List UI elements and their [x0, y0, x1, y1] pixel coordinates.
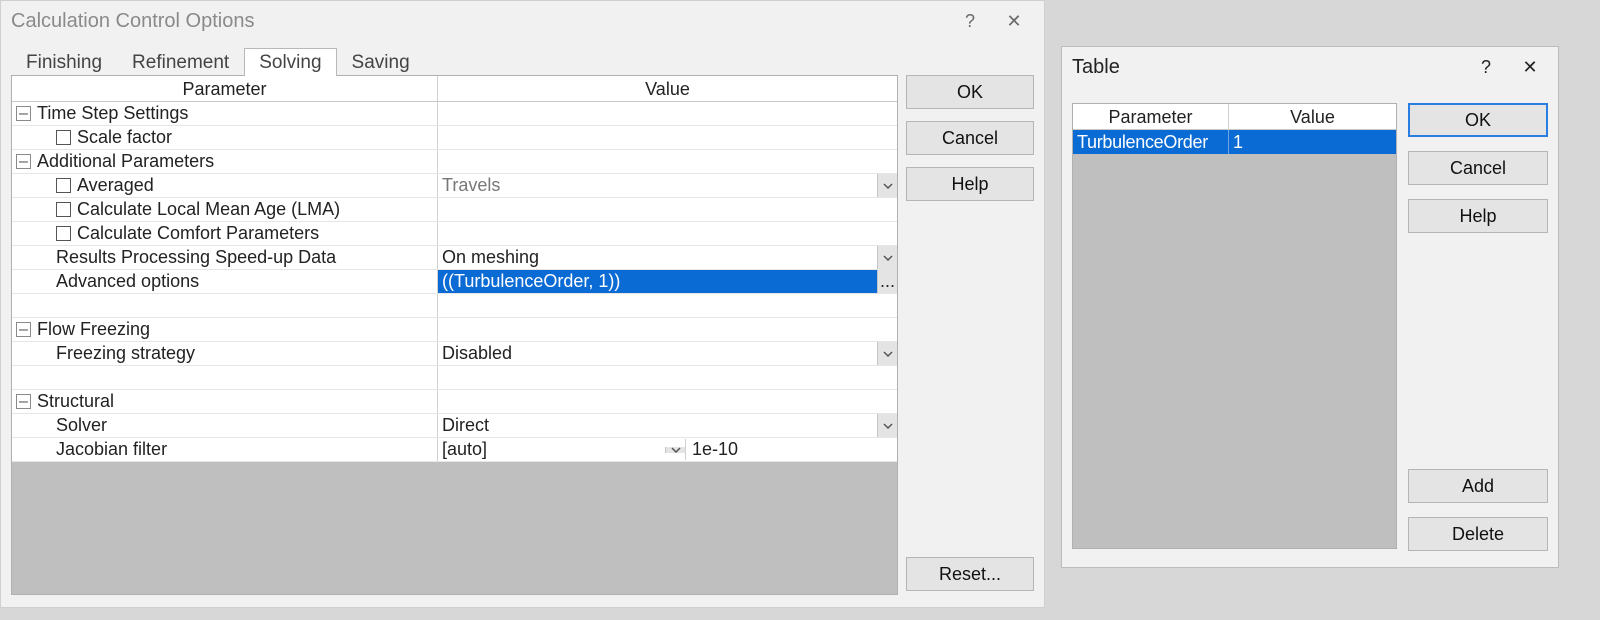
- dialog-title: Calculation Control Options: [11, 10, 948, 33]
- ok-button[interactable]: OK: [906, 75, 1034, 109]
- param-lma[interactable]: Calculate Local Mean Age (LMA): [12, 198, 897, 222]
- group-flow-freezing[interactable]: – Flow Freezing: [12, 318, 897, 342]
- table-dialog-buttons-top: OK Cancel Help: [1408, 103, 1548, 233]
- cancel-button[interactable]: Cancel: [906, 121, 1034, 155]
- param-scale-factor[interactable]: Scale factor: [12, 126, 897, 150]
- checkbox-icon[interactable]: [56, 130, 71, 145]
- help-button[interactable]: Help: [906, 167, 1034, 201]
- chevron-down-icon[interactable]: [877, 414, 897, 437]
- dialog-buttons: OK Cancel Help: [906, 75, 1034, 201]
- col-value[interactable]: Value: [1229, 104, 1396, 129]
- close-icon[interactable]: ✕: [1508, 47, 1552, 87]
- table-row[interactable]: TurbulenceOrder 1: [1073, 130, 1396, 154]
- expander-icon[interactable]: –: [16, 394, 31, 409]
- help-icon[interactable]: ?: [1464, 47, 1508, 87]
- param-jacobian[interactable]: Jacobian filter [auto] 1e-10: [12, 438, 897, 462]
- chevron-down-icon[interactable]: [877, 342, 897, 365]
- col-parameter[interactable]: Parameter: [1073, 104, 1229, 129]
- chevron-down-icon[interactable]: [665, 447, 685, 453]
- chevron-down-icon[interactable]: [877, 246, 897, 269]
- averaged-value: Travels: [438, 175, 877, 196]
- calc-options-dialog: Calculation Control Options ? ✕ Finishin…: [0, 0, 1045, 608]
- parameter-grid: Parameter Value – Time Step Settings Sca…: [11, 75, 898, 595]
- jacobian-number: 1e-10: [692, 439, 738, 460]
- tab-saving[interactable]: Saving: [337, 48, 425, 76]
- cancel-button[interactable]: Cancel: [1408, 151, 1548, 185]
- param-solver[interactable]: Solver Direct: [12, 414, 897, 438]
- jacobian-mode: [auto]: [438, 439, 665, 460]
- table-grid: Parameter Value TurbulenceOrder 1: [1072, 103, 1397, 549]
- dialog-title: Table: [1072, 56, 1464, 79]
- add-button[interactable]: Add: [1408, 469, 1548, 503]
- group-additional[interactable]: – Additional Parameters: [12, 150, 897, 174]
- checkbox-icon[interactable]: [56, 226, 71, 241]
- close-icon[interactable]: ✕: [992, 1, 1036, 41]
- grid-header: Parameter Value: [12, 76, 897, 102]
- solver-value: Direct: [438, 415, 877, 436]
- ok-button[interactable]: OK: [1408, 103, 1548, 137]
- help-icon[interactable]: ?: [948, 1, 992, 41]
- checkbox-icon[interactable]: [56, 202, 71, 217]
- expander-icon[interactable]: –: [16, 154, 31, 169]
- group-time-step[interactable]: – Time Step Settings: [12, 102, 897, 126]
- row-value[interactable]: 1: [1229, 130, 1396, 154]
- tab-solving[interactable]: Solving: [244, 48, 336, 76]
- group-structural[interactable]: – Structural: [12, 390, 897, 414]
- expander-icon[interactable]: –: [16, 322, 31, 337]
- table-dialog: Table ? ✕ Parameter Value TurbulenceOrde…: [1061, 46, 1559, 568]
- param-freezing-strategy[interactable]: Freezing strategy Disabled: [12, 342, 897, 366]
- titlebar: Calculation Control Options ? ✕: [1, 1, 1044, 41]
- delete-button[interactable]: Delete: [1408, 517, 1548, 551]
- chevron-down-icon[interactable]: [877, 174, 897, 197]
- speedup-value: On meshing: [438, 247, 877, 268]
- reset-button[interactable]: Reset...: [906, 557, 1034, 591]
- checkbox-icon[interactable]: [56, 178, 71, 193]
- help-button[interactable]: Help: [1408, 199, 1548, 233]
- tabs: Finishing Refinement Solving Saving: [1, 41, 1044, 75]
- spacer-row: [12, 366, 897, 390]
- titlebar: Table ? ✕: [1062, 47, 1558, 87]
- advanced-options-value: ((TurbulenceOrder, 1)): [438, 271, 877, 292]
- tab-finishing[interactable]: Finishing: [11, 48, 117, 76]
- param-comfort[interactable]: Calculate Comfort Parameters: [12, 222, 897, 246]
- tab-refinement[interactable]: Refinement: [117, 48, 244, 76]
- table-header: Parameter Value: [1073, 104, 1396, 130]
- ellipsis-icon[interactable]: ...: [877, 270, 897, 293]
- param-averaged[interactable]: Averaged Travels: [12, 174, 897, 198]
- col-value[interactable]: Value: [438, 76, 897, 101]
- expander-icon[interactable]: –: [16, 106, 31, 121]
- param-speedup[interactable]: Results Processing Speed-up Data On mesh…: [12, 246, 897, 270]
- spacer-row: [12, 294, 897, 318]
- freezing-strategy-value: Disabled: [438, 343, 877, 364]
- row-param: TurbulenceOrder: [1073, 130, 1229, 154]
- col-parameter[interactable]: Parameter: [12, 76, 438, 101]
- param-advanced-options[interactable]: Advanced options ((TurbulenceOrder, 1)) …: [12, 270, 897, 294]
- table-dialog-buttons-bottom: Add Delete: [1408, 469, 1548, 551]
